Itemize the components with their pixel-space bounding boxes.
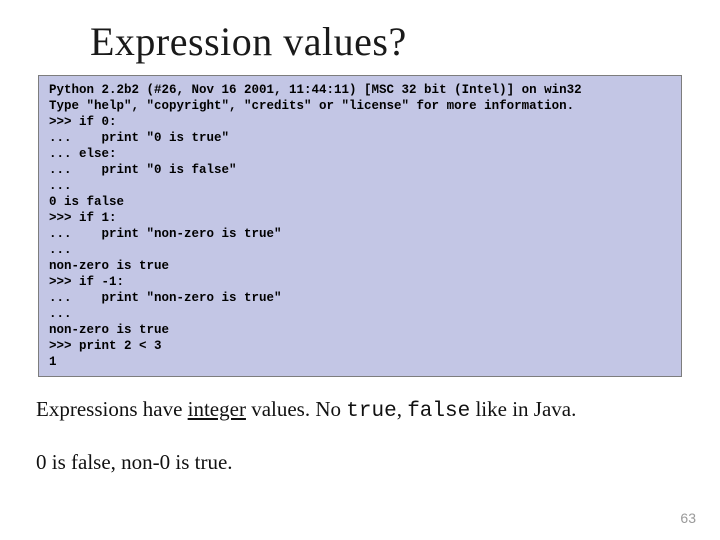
paragraph-2: 0 is false, non-0 is true. [36,448,682,476]
text: values. No [246,397,346,421]
inline-code-true: true [346,400,396,423]
text: like in Java. [470,397,576,421]
inline-code-false: false [407,400,470,423]
slide-title: Expression values? [90,18,690,65]
page-number: 63 [680,510,696,526]
text: Expressions have [36,397,188,421]
slide: Expression values? Python 2.2b2 (#26, No… [0,0,720,540]
underlined-word: integer [188,397,246,421]
text: , [397,397,408,421]
code-block: Python 2.2b2 (#26, Nov 16 2001, 11:44:11… [38,75,682,377]
paragraph-1: Expressions have integer values. No true… [36,395,682,426]
